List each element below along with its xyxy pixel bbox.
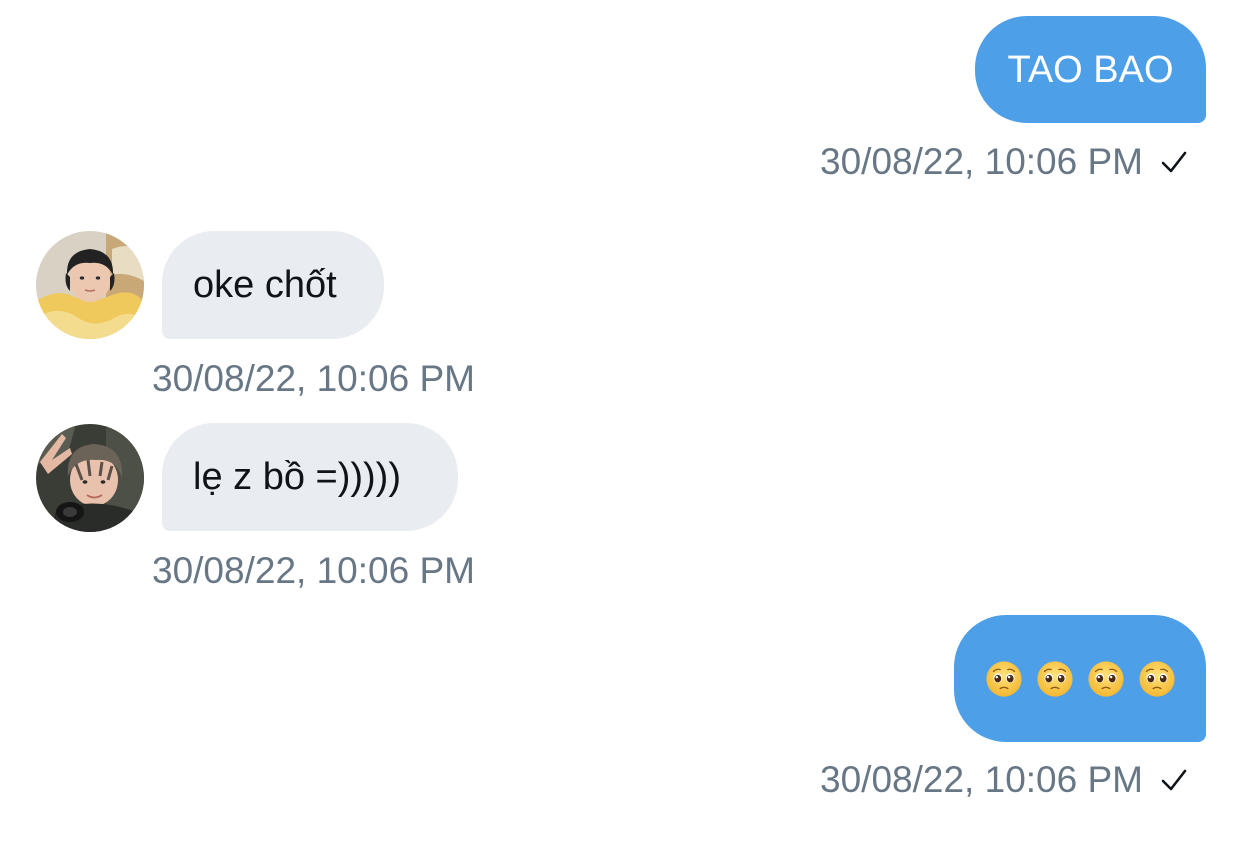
- incoming-message-bubble[interactable]: oke chốt: [162, 231, 384, 339]
- message-text: lẹ z bồ =))))): [193, 456, 401, 498]
- timestamp: 30/08/22, 10:06 PM: [152, 358, 475, 399]
- pleading-face-emoji: [985, 660, 1022, 697]
- outgoing-message-bubble[interactable]: TAO BAO: [975, 16, 1206, 123]
- message-meta: 30/08/22, 10:06 PM: [152, 357, 475, 401]
- message-text: TAO BAO: [1007, 48, 1174, 91]
- message-text: oke chốt: [193, 264, 337, 306]
- pleading-face-emoji: [1087, 660, 1124, 697]
- user-avatar[interactable]: [36, 424, 144, 532]
- timestamp: 30/08/22, 10:06 PM: [820, 141, 1143, 182]
- timestamp: 30/08/22, 10:06 PM: [152, 550, 475, 591]
- pleading-face-emoji: [1036, 660, 1073, 697]
- timestamp: 30/08/22, 10:06 PM: [820, 759, 1143, 800]
- checkmark-icon: [1161, 151, 1187, 173]
- pleading-face-emoji: [1138, 660, 1175, 697]
- avatar-photo: [36, 424, 144, 532]
- chat-thread: TAO BAO 30/08/22, 10:06 PM oke chốt 30/0…: [0, 0, 1242, 858]
- checkmark-icon: [1161, 769, 1187, 791]
- message-meta: 30/08/22, 10:06 PM: [820, 758, 1187, 802]
- avatar-photo: [36, 231, 144, 339]
- emoji-row: [985, 660, 1176, 698]
- message-meta: 30/08/22, 10:06 PM: [820, 140, 1187, 184]
- user-avatar[interactable]: [36, 231, 144, 339]
- message-meta: 30/08/22, 10:06 PM: [152, 549, 475, 593]
- incoming-message-bubble[interactable]: lẹ z bồ =))))): [162, 423, 458, 531]
- outgoing-message-bubble[interactable]: [954, 615, 1206, 742]
